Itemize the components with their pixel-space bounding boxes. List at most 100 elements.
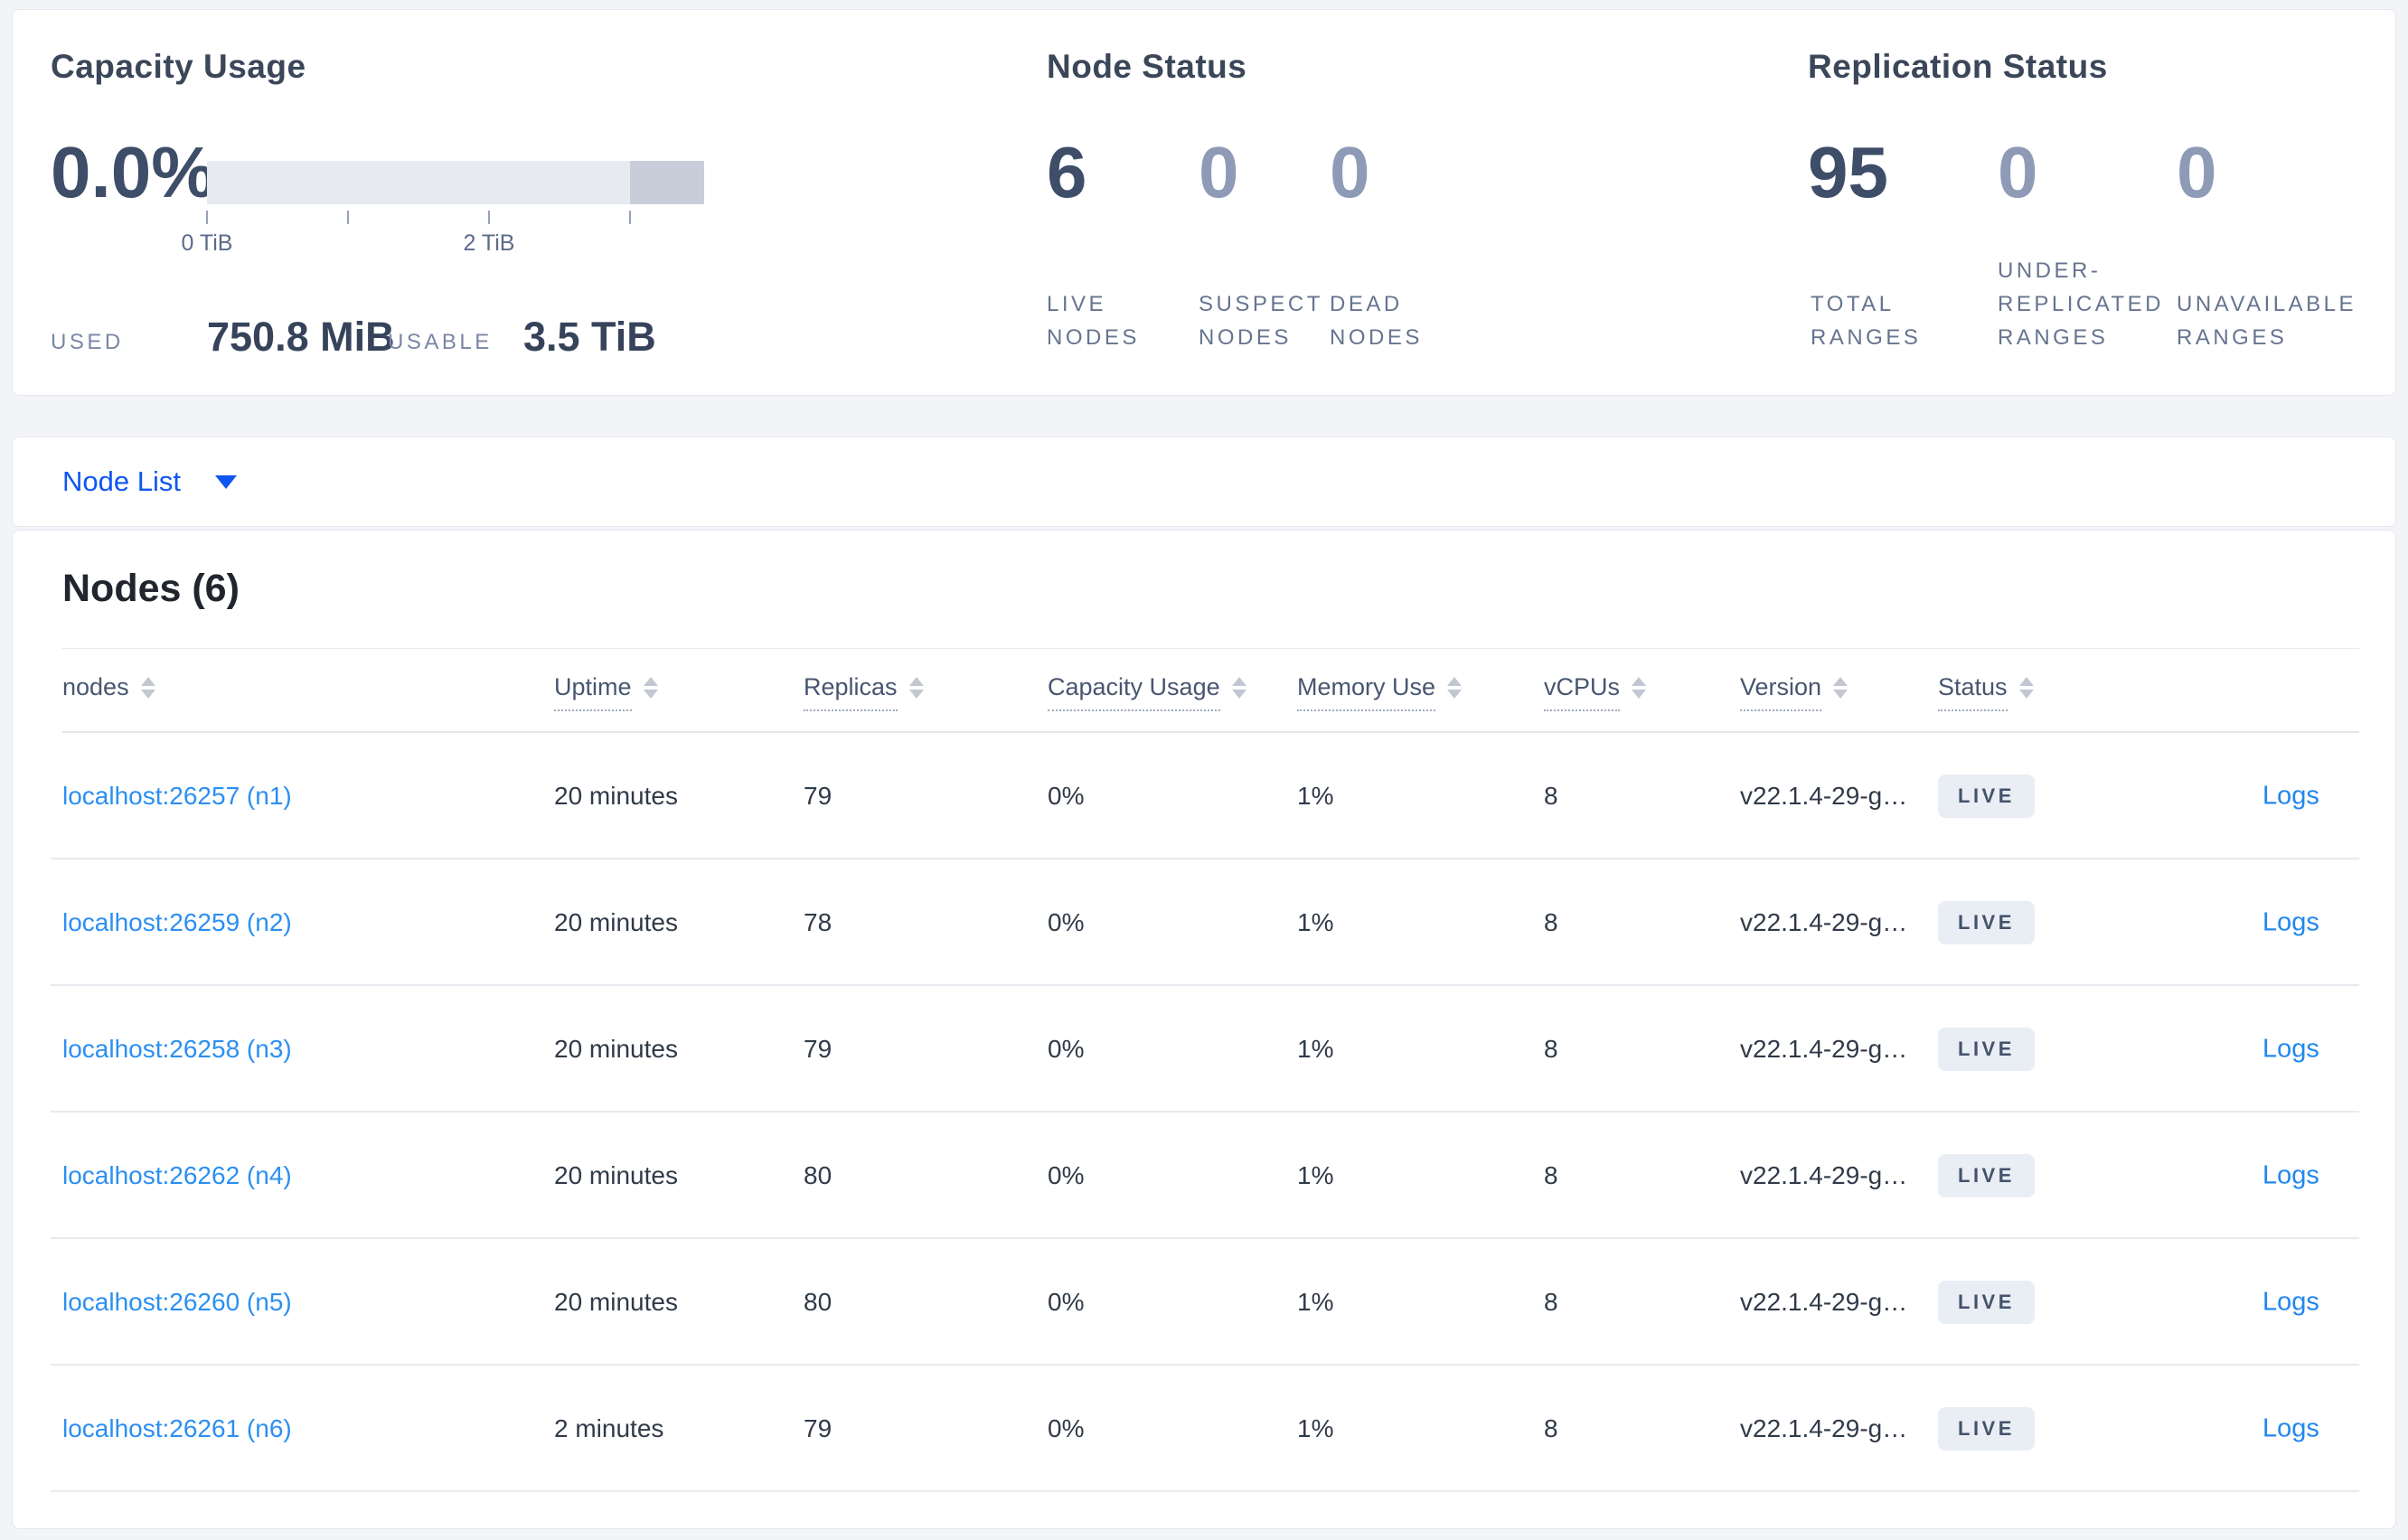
status-badge: LIVE	[1938, 1028, 2035, 1071]
used-label: USED	[51, 330, 124, 354]
version-cell: v22.1.4-29-g…	[1740, 1161, 1908, 1189]
version-cell: v22.1.4-29-g…	[1740, 1414, 1908, 1442]
capacity-usage-cell: 0%	[1048, 1035, 1085, 1063]
memory-use-cell: 1%	[1297, 1035, 1334, 1063]
node-list-dropdown[interactable]: Node List	[62, 465, 237, 498]
uptime-cell: 20 minutes	[554, 908, 678, 936]
node-link[interactable]: localhost:26257 (n1)	[62, 782, 292, 811]
view-selector-card: Node List	[12, 437, 2396, 527]
divider	[62, 648, 2359, 649]
vcpus-cell: 8	[1544, 1414, 1558, 1442]
node-link[interactable]: localhost:26261 (n6)	[62, 1414, 292, 1443]
table-header-row: nodes Uptime Replicas Capacity Usage Memory …	[13, 666, 2395, 731]
logs-link[interactable]: Logs	[2262, 908, 2319, 938]
axis-tick-label: 0 TiB	[181, 230, 233, 256]
status-badge: LIVE	[1938, 1407, 2035, 1451]
uptime-cell: 20 minutes	[554, 782, 678, 810]
dead-nodes-label: DEAD NODES	[1330, 292, 1423, 350]
node-link[interactable]: localhost:26262 (n4)	[62, 1161, 292, 1190]
replicas-cell: 79	[804, 1035, 832, 1063]
version-cell: v22.1.4-29-g…	[1740, 908, 1908, 936]
logs-link[interactable]: Logs	[2262, 1414, 2319, 1444]
column-header-vcpus[interactable]: vCPUs	[1544, 673, 1647, 711]
table-row: localhost:26262 (n4) 20 minutes 80 0% 1% 8 v22…	[13, 1113, 2395, 1239]
column-header-memory[interactable]: Memory Use	[1297, 673, 1463, 711]
axis-tick-label: 2 TiB	[463, 230, 515, 256]
suspect-nodes-label: SUSPECT NODES	[1199, 292, 1323, 350]
column-header-node[interactable]: nodes	[62, 673, 155, 709]
table-row: localhost:26258 (n3) 20 minutes 79 0% 1% 8 v22…	[13, 986, 2395, 1113]
node-link[interactable]: localhost:26259 (n2)	[62, 908, 292, 937]
total-ranges-count: 95	[1808, 132, 1888, 212]
memory-use-cell: 1%	[1297, 1161, 1334, 1189]
nodes-table-title: Nodes (6)	[62, 567, 240, 610]
sort-icon[interactable]	[1632, 677, 1647, 699]
capacity-bar-reserved-segment	[630, 161, 704, 204]
usable-value: 3.5 TiB	[523, 314, 656, 360]
cluster-overview-card: Capacity Usage 0.0% 0 TiB 2 TiB USED 750…	[12, 9, 2396, 396]
replicas-cell: 80	[804, 1288, 832, 1316]
unavailable-ranges-count: 0	[2177, 132, 2217, 212]
divider	[51, 1490, 2359, 1492]
under-replicated-ranges-label: UNDER- REPLICATED RANGES	[1998, 258, 2164, 350]
sort-icon[interactable]	[1833, 677, 1848, 699]
column-header-status[interactable]: Status	[1938, 673, 2034, 711]
logs-link[interactable]: Logs	[2262, 1288, 2319, 1318]
unavailable-ranges-label: UNAVAILABLE RANGES	[2177, 292, 2357, 350]
status-badge: LIVE	[1938, 775, 2035, 818]
version-cell: v22.1.4-29-g…	[1740, 1035, 1908, 1063]
memory-use-cell: 1%	[1297, 908, 1334, 936]
capacity-usage-cell: 0%	[1048, 1414, 1085, 1442]
axis-tick	[347, 211, 349, 224]
node-status-title: Node Status	[1047, 48, 1247, 85]
sort-icon[interactable]	[140, 677, 155, 699]
usable-label: USABLE	[388, 330, 493, 354]
table-row: localhost:26260 (n5) 20 minutes 80 0% 1% 8 v22…	[13, 1239, 2395, 1366]
replicas-cell: 79	[804, 782, 832, 810]
replicas-cell: 79	[804, 1414, 832, 1442]
capacity-usage-bar	[207, 161, 704, 204]
used-value: 750.8 MiB	[207, 314, 395, 360]
column-header-capacity[interactable]: Capacity Usage	[1048, 673, 1246, 711]
vcpus-cell: 8	[1544, 1288, 1558, 1316]
sort-icon[interactable]	[643, 677, 658, 699]
axis-tick	[488, 211, 490, 224]
axis-tick	[629, 211, 631, 224]
logs-link[interactable]: Logs	[2262, 782, 2319, 812]
chevron-down-icon	[214, 474, 237, 489]
capacity-usage-cell: 0%	[1048, 908, 1085, 936]
capacity-usage-cell: 0%	[1048, 1288, 1085, 1316]
replicas-cell: 78	[804, 908, 832, 936]
logs-link[interactable]: Logs	[2262, 1161, 2319, 1191]
node-link[interactable]: localhost:26260 (n5)	[62, 1288, 292, 1317]
column-header-uptime[interactable]: Uptime	[554, 673, 658, 711]
live-nodes-count: 6	[1047, 132, 1087, 212]
table-row: localhost:26257 (n1) 20 minutes 79 0% 1% 8 v22…	[13, 733, 2395, 859]
dead-nodes-count: 0	[1330, 132, 1370, 212]
sort-icon[interactable]	[2018, 677, 2034, 699]
capacity-usage-cell: 0%	[1048, 782, 1085, 810]
column-header-replicas[interactable]: Replicas	[804, 673, 924, 711]
replication-status-title: Replication Status	[1808, 48, 2108, 85]
node-link[interactable]: localhost:26258 (n3)	[62, 1035, 292, 1064]
sort-icon[interactable]	[1231, 677, 1246, 699]
total-ranges-label: TOTAL RANGES	[1811, 292, 1922, 350]
memory-use-cell: 1%	[1297, 782, 1334, 810]
axis-tick	[206, 211, 208, 224]
memory-use-cell: 1%	[1297, 1414, 1334, 1442]
sort-icon[interactable]	[908, 677, 924, 699]
uptime-cell: 20 minutes	[554, 1288, 678, 1316]
column-header-version[interactable]: Version	[1740, 673, 1848, 711]
under-replicated-ranges-count: 0	[1998, 132, 2038, 212]
uptime-cell: 20 minutes	[554, 1035, 678, 1063]
table-row: localhost:26261 (n6) 2 minutes 79 0% 1% 8 v22.…	[13, 1366, 2395, 1492]
memory-use-cell: 1%	[1297, 1288, 1334, 1316]
logs-link[interactable]: Logs	[2262, 1035, 2319, 1065]
table-body: localhost:26257 (n1) 20 minutes 79 0% 1% 8 v22…	[13, 733, 2395, 1492]
capacity-usage-cell: 0%	[1048, 1161, 1085, 1189]
vcpus-cell: 8	[1544, 1035, 1558, 1063]
sort-icon[interactable]	[1447, 677, 1463, 699]
status-badge: LIVE	[1938, 901, 2035, 944]
capacity-usage-title: Capacity Usage	[51, 48, 306, 85]
table-row: localhost:26259 (n2) 20 minutes 78 0% 1% 8 v22…	[13, 859, 2395, 986]
